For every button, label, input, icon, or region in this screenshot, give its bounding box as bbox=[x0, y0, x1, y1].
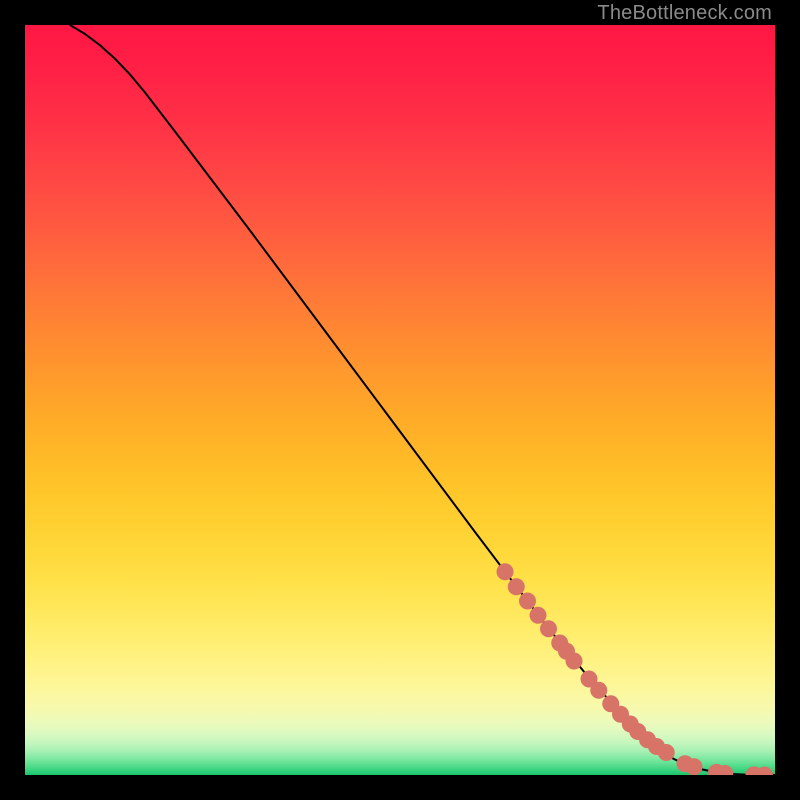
marker-dot bbox=[540, 620, 557, 637]
marker-dot bbox=[658, 744, 675, 761]
curve-line bbox=[70, 25, 775, 775]
chart-frame: TheBottleneck.com bbox=[0, 0, 800, 800]
marker-dot bbox=[530, 607, 547, 624]
marker-dot bbox=[519, 593, 536, 610]
plot-overlay bbox=[25, 25, 775, 775]
plot-area bbox=[25, 25, 775, 775]
marker-group bbox=[497, 563, 774, 775]
marker-dot bbox=[566, 653, 583, 670]
marker-dot bbox=[508, 578, 525, 595]
marker-dot bbox=[590, 682, 607, 699]
marker-dot bbox=[686, 758, 703, 775]
watermark-label: TheBottleneck.com bbox=[597, 2, 772, 25]
marker-dot bbox=[497, 563, 514, 580]
